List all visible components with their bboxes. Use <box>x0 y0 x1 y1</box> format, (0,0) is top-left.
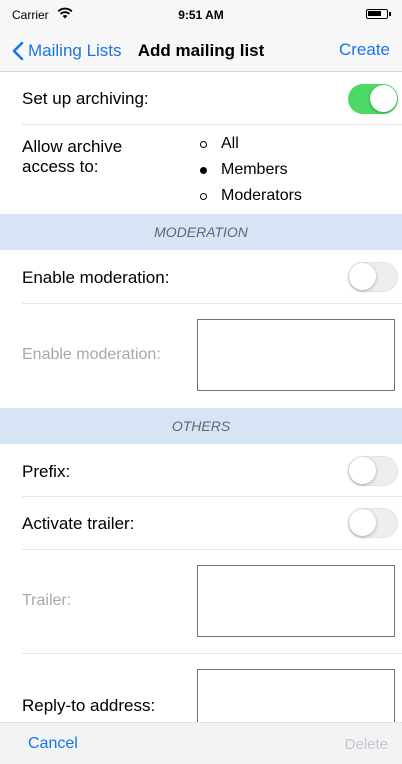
prefix-toggle[interactable] <box>348 456 398 486</box>
radio-option-moderators[interactable]: Moderators <box>200 184 302 208</box>
radio-button <box>200 192 207 200</box>
moderation-text-label: Enable moderation: <box>22 346 161 363</box>
cancel-button[interactable]: Cancel <box>28 735 78 753</box>
reply-to-text-field[interactable] <box>197 669 395 722</box>
radio-option-members[interactable]: Members <box>200 158 288 182</box>
trailer-text-field[interactable] <box>197 565 395 637</box>
prefix-row: Prefix: <box>22 444 402 497</box>
radio-button-selected <box>200 166 207 174</box>
create-button[interactable]: Create <box>339 40 390 60</box>
radio-label-all: All <box>221 135 239 152</box>
prefix-label: Prefix: <box>22 462 71 481</box>
toggle-knob <box>349 509 376 536</box>
navigation-bar: Mailing Lists Add mailing list Create <box>0 30 402 72</box>
toggle-knob <box>349 263 376 290</box>
status-time: 9:51 AM <box>178 8 224 22</box>
enable-moderation-toggle[interactable] <box>348 262 398 292</box>
enable-moderation-label: Enable moderation: <box>22 268 170 287</box>
activate-trailer-label: Activate trailer: <box>22 514 135 533</box>
radio-label-members: Members <box>221 161 288 178</box>
activate-trailer-toggle[interactable] <box>348 508 398 538</box>
archiving-label: Set up archiving: <box>22 89 149 108</box>
enable-moderation-row: Enable moderation: <box>22 250 402 304</box>
activate-trailer-row: Activate trailer: <box>22 497 402 550</box>
battery-icon <box>366 9 391 19</box>
trailer-label: Trailer: <box>22 592 72 609</box>
archive-access-label-line2: access to: <box>22 157 99 176</box>
radio-label-moderators: Moderators <box>221 187 302 204</box>
section-header-others: OTHERS <box>0 408 402 444</box>
radio-button <box>200 140 207 148</box>
status-bar: Carrier 9:51 AM <box>0 0 402 30</box>
archive-access-label: Allow archive access to: <box>22 137 122 177</box>
archiving-toggle[interactable] <box>348 84 398 114</box>
moderation-text-field[interactable] <box>197 319 395 391</box>
toggle-knob <box>370 85 397 112</box>
reply-to-label: Reply-to address: <box>22 696 156 715</box>
archive-access-label-line1: Allow archive <box>22 137 123 156</box>
toggle-knob <box>349 457 376 484</box>
radio-option-all[interactable]: All <box>200 132 239 156</box>
section-header-moderation: MODERATION <box>0 214 402 250</box>
bottom-toolbar: Cancel Delete <box>0 722 402 764</box>
delete-button: Delete <box>344 736 388 753</box>
archiving-row: Set up archiving: <box>22 73 402 125</box>
